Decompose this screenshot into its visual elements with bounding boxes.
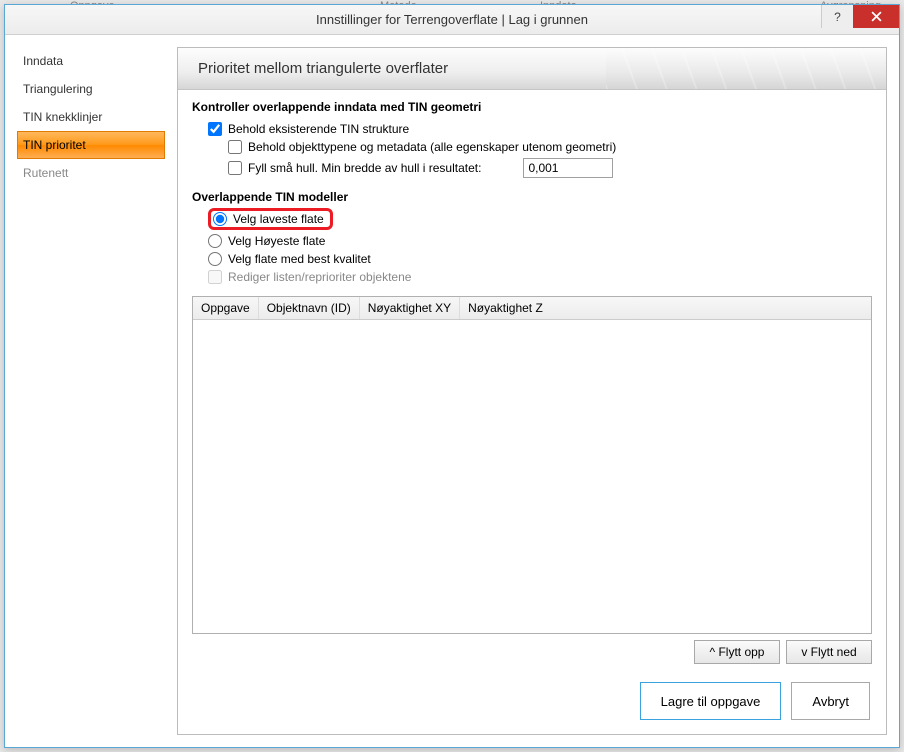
label-edit-list: Rediger listen/reprioriter objektene <box>228 270 411 284</box>
sidebar-item-triangulering[interactable]: Triangulering <box>17 75 165 103</box>
checkbox-edit-list <box>208 270 222 284</box>
table-body <box>193 320 871 633</box>
move-buttons: ^ Flytt opp v Flytt ned <box>178 634 886 674</box>
sidebar-item-tin-prioritet[interactable]: TIN prioritet <box>17 131 165 159</box>
checkbox-keep-tin[interactable] <box>208 122 222 136</box>
sidebar: Inndata Triangulering TIN knekklinjer TI… <box>17 47 165 735</box>
checkbox-keep-metadata[interactable] <box>228 140 242 154</box>
dialog-title: Innstillinger for Terrengoverflate | Lag… <box>316 12 588 27</box>
cancel-button[interactable]: Avbryt <box>791 682 870 720</box>
titlebar: Innstillinger for Terrengoverflate | Lag… <box>5 5 899 35</box>
help-button[interactable]: ? <box>821 5 853 28</box>
radio-lowest[interactable] <box>213 212 227 226</box>
highlight-lowest: Velg laveste flate <box>208 208 333 230</box>
move-up-button[interactable]: ^ Flytt opp <box>694 640 780 664</box>
close-icon <box>871 11 882 22</box>
move-down-button[interactable]: v Flytt ned <box>786 640 872 664</box>
label-lowest: Velg laveste flate <box>233 212 324 226</box>
radio-best-quality[interactable] <box>208 252 222 266</box>
col-oppgave[interactable]: Oppgave <box>193 297 259 319</box>
label-keep-tin: Behold eksisterende TIN strukture <box>228 122 409 136</box>
form-area: Behold eksisterende TIN strukture Behold… <box>178 120 886 186</box>
dialog-body: Inndata Triangulering TIN knekklinjer TI… <box>5 35 899 747</box>
save-button[interactable]: Lagre til oppgave <box>640 682 782 720</box>
section-title-control: Kontroller overlappende inndata med TIN … <box>178 90 886 120</box>
col-z[interactable]: Nøyaktighet Z <box>460 297 551 319</box>
label-keep-metadata: Behold objekttypene og metadata (alle eg… <box>248 140 616 154</box>
checkbox-fill-holes[interactable] <box>228 161 242 175</box>
close-button[interactable] <box>853 5 899 28</box>
col-objektnavn[interactable]: Objektnavn (ID) <box>259 297 360 319</box>
sidebar-item-tin-knekklinjer[interactable]: TIN knekklinjer <box>17 103 165 131</box>
col-xy[interactable]: Nøyaktighet XY <box>360 297 460 319</box>
priority-table[interactable]: Oppgave Objektnavn (ID) Nøyaktighet XY N… <box>192 296 872 634</box>
radio-group: Velg laveste flate Velg Høyeste flate Ve… <box>178 206 886 292</box>
sidebar-item-rutenett[interactable]: Rutenett <box>17 159 165 187</box>
input-min-width[interactable] <box>523 158 613 178</box>
label-fill-holes: Fyll små hull. Min bredde av hull i resu… <box>248 161 481 175</box>
table-header: Oppgave Objektnavn (ID) Nøyaktighet XY N… <box>193 297 871 320</box>
dialog: Innstillinger for Terrengoverflate | Lag… <box>4 4 900 748</box>
label-highest: Velg Høyeste flate <box>228 234 325 248</box>
page-title: Prioritet mellom triangulerte overflater <box>178 48 886 90</box>
main-panel: Prioritet mellom triangulerte overflater… <box>177 47 887 735</box>
label-best-quality: Velg flate med best kvalitet <box>228 252 371 266</box>
sidebar-item-inndata[interactable]: Inndata <box>17 47 165 75</box>
radio-highest[interactable] <box>208 234 222 248</box>
section-title-overlapping: Overlappende TIN modeller <box>178 186 886 206</box>
dialog-footer: Lagre til oppgave Avbryt <box>178 670 886 734</box>
window-controls: ? <box>821 5 899 28</box>
content: Kontroller overlappende inndata med TIN … <box>178 90 886 674</box>
